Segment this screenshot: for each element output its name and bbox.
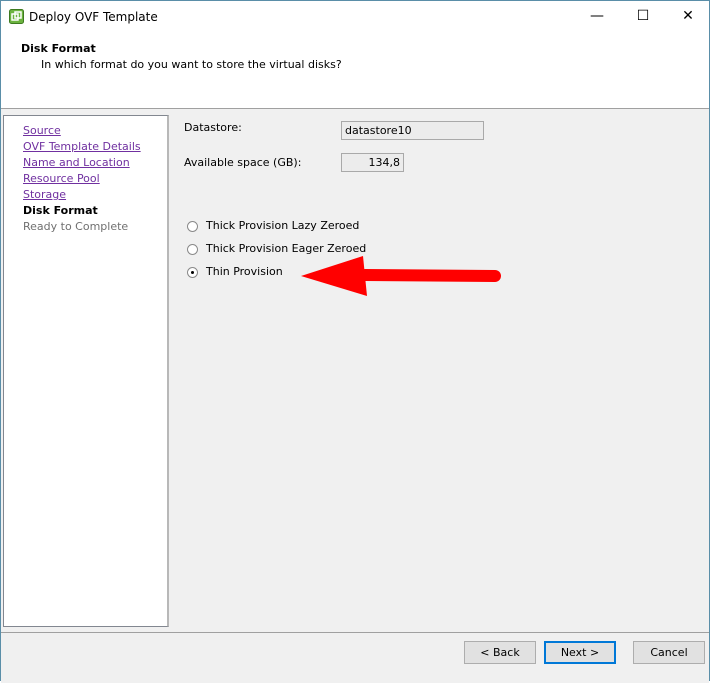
available-space-label: Available space (GB):: [184, 156, 302, 169]
wizard-header: Disk Format In which format do you want …: [1, 33, 709, 108]
maximize-icon: ☐: [636, 8, 650, 24]
radio-label: Thick Provision Lazy Zeroed: [206, 219, 360, 232]
wizard-footer: < Back Next > Cancel: [1, 632, 709, 683]
title-bar[interactable]: Deploy OVF Template — ☐ ✕: [1, 1, 709, 33]
back-button[interactable]: < Back: [464, 641, 536, 664]
wizard-steps-nav: Source OVF Template Details Name and Loc…: [3, 115, 169, 627]
radio-button-selected[interactable]: [187, 267, 198, 278]
cancel-button[interactable]: Cancel: [633, 641, 705, 664]
nav-step-storage[interactable]: Storage: [23, 188, 66, 201]
window-title: Deploy OVF Template: [29, 10, 158, 24]
red-arrow-annotation: [301, 256, 501, 296]
available-space-field: 134,8: [341, 153, 404, 172]
radio-label: Thin Provision: [206, 265, 283, 278]
next-button[interactable]: Next >: [544, 641, 616, 664]
minimize-icon: —: [590, 8, 604, 24]
datastore-label: Datastore:: [184, 121, 242, 134]
arrow-shaft: [359, 269, 501, 282]
vsphere-app-icon: [9, 9, 24, 24]
nav-step-ready-to-complete: Ready to Complete: [23, 220, 129, 233]
nav-step-disk-format: Disk Format: [23, 204, 98, 217]
radio-button[interactable]: [187, 244, 198, 255]
deploy-ovf-window: Deploy OVF Template — ☐ ✕ Disk Format In…: [0, 0, 710, 683]
nav-step-name-and-location[interactable]: Name and Location: [23, 156, 130, 169]
page-subtitle: In which format do you want to store the…: [41, 58, 342, 71]
maximize-button[interactable]: ☐: [620, 1, 666, 33]
radio-button[interactable]: [187, 221, 198, 232]
nav-step-source[interactable]: Source: [23, 124, 61, 137]
minimize-button[interactable]: —: [574, 1, 620, 33]
close-button[interactable]: ✕: [665, 1, 711, 33]
nav-step-resource-pool[interactable]: Resource Pool: [23, 172, 100, 185]
wizard-body: Source OVF Template Details Name and Loc…: [1, 108, 709, 633]
arrow-head: [301, 256, 367, 296]
close-icon: ✕: [682, 8, 694, 24]
datastore-field: datastore10: [341, 121, 484, 140]
nav-step-ovf-template-details[interactable]: OVF Template Details: [23, 140, 141, 153]
page-title: Disk Format: [21, 42, 96, 55]
